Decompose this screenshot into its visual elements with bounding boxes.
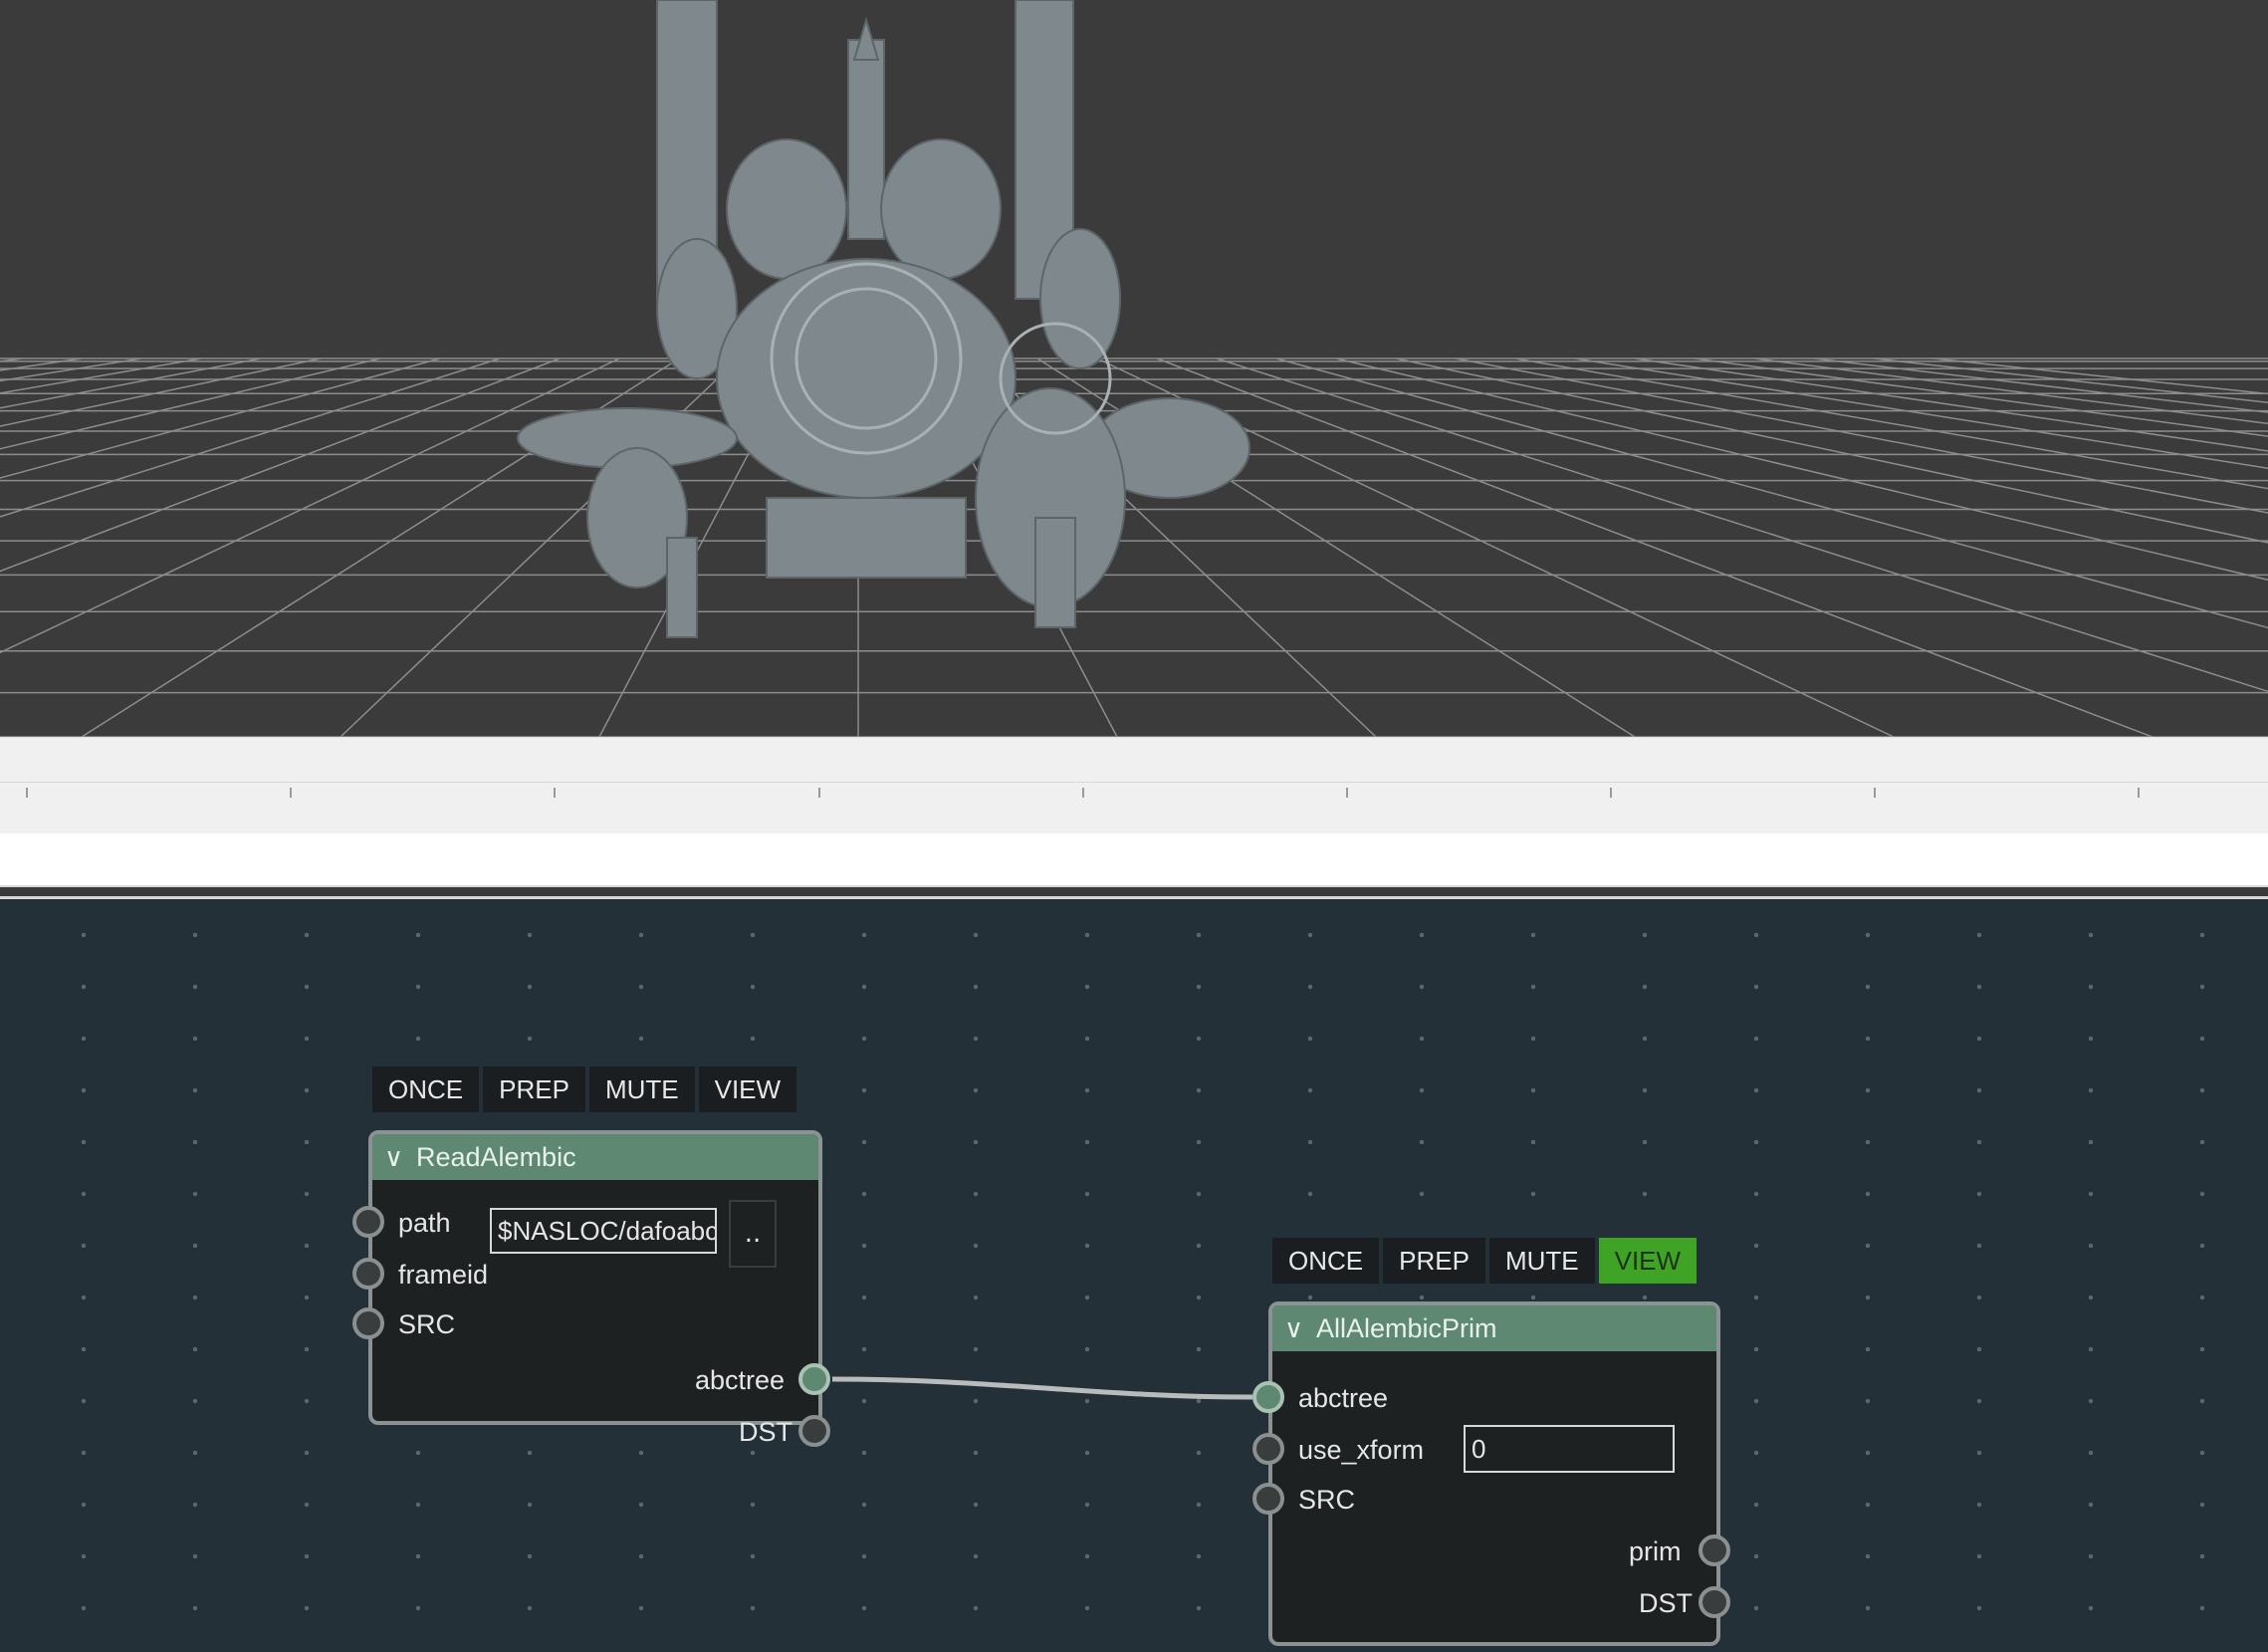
port-src[interactable] <box>1252 1483 1284 1515</box>
port-path[interactable] <box>352 1206 384 1238</box>
port-abctree-in[interactable] <box>1252 1381 1284 1413</box>
port-label-dst: DST <box>1639 1588 1693 1618</box>
timeline-panel[interactable] <box>0 737 2268 887</box>
timeline-scrub-bar[interactable] <box>0 833 2268 887</box>
node-title: AllAlembicPrim <box>1316 1313 1497 1343</box>
port-label-use-xform: use_xform <box>1298 1435 1425 1465</box>
view-button-active[interactable]: VIEW <box>1598 1238 1698 1284</box>
mute-button[interactable]: MUTE <box>1488 1238 1595 1284</box>
ruler-tick <box>2138 788 2140 798</box>
port-src[interactable] <box>352 1307 384 1339</box>
port-label-abctree: abctree <box>695 1365 786 1395</box>
timeline-ruler[interactable] <box>0 782 2268 825</box>
ruler-tick <box>1082 788 1084 798</box>
ruler-tick <box>1610 788 1612 798</box>
port-label-path: path <box>398 1208 451 1238</box>
port-label-frameid: frameid <box>398 1260 489 1290</box>
port-label-dst: DST <box>739 1417 793 1447</box>
allalembicprim-toolbar: ONCE PREP MUTE VIEW <box>1272 1238 1698 1284</box>
ruler-tick <box>554 788 556 798</box>
once-button[interactable]: ONCE <box>372 1066 480 1112</box>
browse-button[interactable]: .. <box>729 1200 777 1268</box>
use-xform-field[interactable]: 0 <box>1464 1425 1675 1473</box>
port-use-xform[interactable] <box>1252 1433 1284 1465</box>
node-title: ReadAlembic <box>416 1142 576 1172</box>
port-label-prim: prim <box>1629 1536 1682 1566</box>
port-dst-out[interactable] <box>1699 1586 1730 1618</box>
node-header[interactable]: ∨ AllAlembicPrim <box>1272 1305 1716 1351</box>
link-abctree[interactable] <box>831 1376 1253 1400</box>
port-label-src: SRC <box>1298 1485 1356 1515</box>
ruler-tick <box>1346 788 1348 798</box>
view-button[interactable]: VIEW <box>698 1066 797 1112</box>
port-label-src: SRC <box>398 1309 456 1339</box>
port-label-abctree: abctree <box>1298 1383 1389 1413</box>
ruler-tick <box>1874 788 1876 798</box>
prep-button[interactable]: PREP <box>483 1066 585 1112</box>
mute-button[interactable]: MUTE <box>588 1066 695 1112</box>
path-field[interactable]: $NASLOC/dafoabc <box>490 1208 717 1254</box>
once-button[interactable]: ONCE <box>1272 1238 1380 1284</box>
ruler-tick <box>26 788 28 798</box>
readalembic-toolbar: ONCE PREP MUTE VIEW <box>372 1066 797 1112</box>
node-links <box>615 1240 1253 1403</box>
node-graph-canvas[interactable]: ONCE PREP MUTE VIEW ∨ ReadAlembic path $… <box>0 896 2268 1652</box>
3d-viewport[interactable] <box>0 0 2268 737</box>
node-header[interactable]: ∨ ReadAlembic <box>372 1134 818 1180</box>
chevron-down-icon[interactable]: ∨ <box>1284 1305 1303 1351</box>
prep-button[interactable]: PREP <box>1383 1238 1485 1284</box>
port-dst-out[interactable] <box>798 1415 830 1447</box>
port-prim-out[interactable] <box>1699 1534 1730 1566</box>
chevron-down-icon[interactable]: ∨ <box>384 1134 403 1180</box>
port-frameid[interactable] <box>352 1258 384 1290</box>
ruler-tick <box>818 788 820 798</box>
port-abctree-out[interactable] <box>798 1363 830 1395</box>
ruler-tick <box>290 788 292 798</box>
statue-model <box>517 0 1250 638</box>
